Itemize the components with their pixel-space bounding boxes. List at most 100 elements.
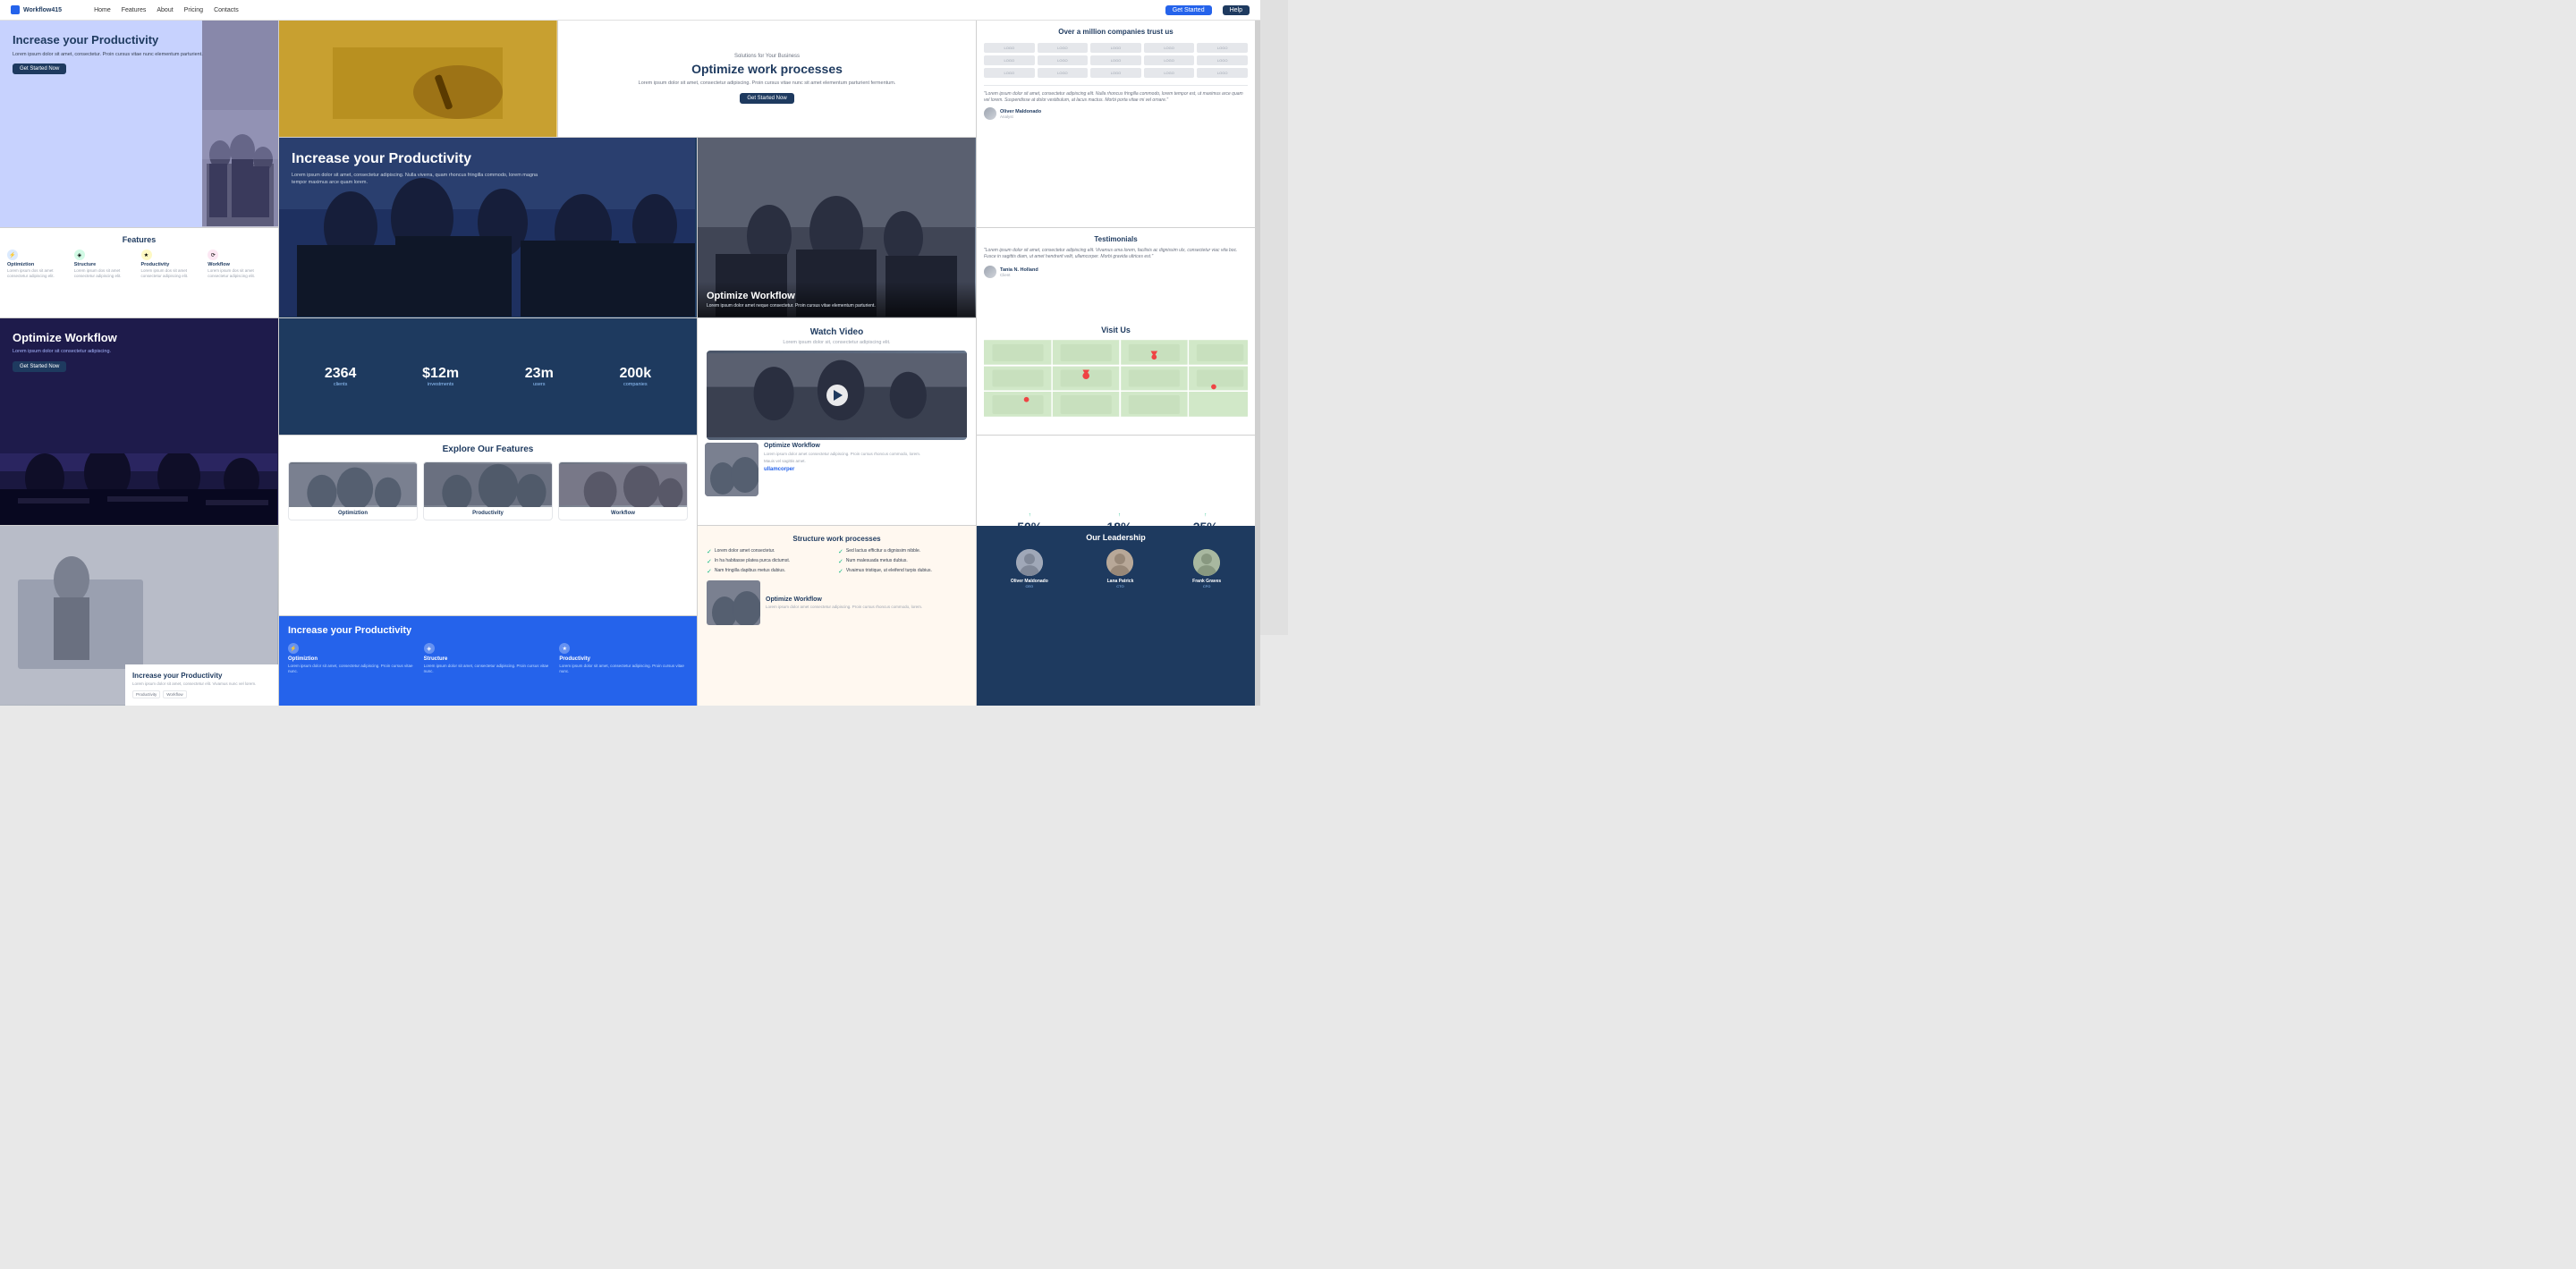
- solutions-title: Optimize work processes: [691, 62, 843, 77]
- increase-img-bg: Increase your Productivity Lorem ipsum d…: [0, 526, 278, 706]
- features-card: Features ⚡ Optimiztion Lorem ipsum dos s…: [0, 228, 278, 317]
- explore-features-card: Explore Our Features Optimiztion: [279, 436, 697, 615]
- stat-companies-label: companies: [620, 382, 652, 387]
- feature-item-1: ◈ Structure Lorem ipsum dos sit amet con…: [74, 250, 138, 279]
- stats-card: 2364 clients $12m investments 23m users …: [279, 318, 697, 435]
- structure-text-4: Num malesuada metus dubius.: [846, 558, 908, 564]
- optimize-workflow-dark-card: Optimize Workflow Lorem ipsum dolor sit …: [0, 318, 278, 525]
- increase-blue-features: ⚡ Optimiztion Lorem ipsum dolor sit amet…: [288, 643, 688, 674]
- blue-feature-label-2: Productivity: [559, 656, 688, 662]
- leadership-title: Our Leadership: [984, 533, 1248, 542]
- nav-home[interactable]: Home: [94, 7, 111, 13]
- feature-desc-3: Lorem ipsum dos sit amet consectetur adi…: [208, 268, 271, 279]
- leader-1: Lana Patrick CTO: [1106, 549, 1133, 588]
- hero-cta-button[interactable]: Get Started Now: [13, 63, 66, 74]
- logo-11: LOGO: [984, 68, 1035, 78]
- explore-card-2: Workflow: [558, 461, 688, 520]
- stat-investments-number: $12m: [422, 366, 459, 382]
- structure-item-1: ✓ In ha habitasse platea purca dictumst.: [707, 558, 835, 565]
- structure-bottom: Optimize Workflow Lorem ipsum dolor amet…: [707, 580, 967, 625]
- logo-grid: LOGO LOGO LOGO LOGO LOGO LOGO LOGO LOGO …: [984, 43, 1248, 78]
- blue-feature-desc-2: Lorem ipsum dolor sit amet, consectetur …: [559, 664, 688, 674]
- logo-3: LOGO: [1090, 43, 1141, 53]
- check-icon-0: ✓: [707, 548, 712, 555]
- opt-workflow-dark-desc: Lorem ipsum dolor sit consectetur adipis…: [13, 349, 266, 354]
- structure-text-0: Lorem dolor amet consectetur.: [715, 548, 775, 554]
- leader-0: Oliver Maldonado CEO: [1011, 549, 1048, 588]
- logo-6: LOGO: [984, 55, 1035, 65]
- blue-feature-icon-1: ◈: [424, 643, 435, 654]
- feature-label-2: Productivity: [141, 262, 205, 267]
- structure-opt-title: Optimize Workflow: [766, 596, 922, 603]
- increase-img-card: Increase your Productivity Lorem ipsum d…: [0, 526, 278, 706]
- stat-clients-number: 2364: [325, 366, 357, 382]
- million-quote: "Lorem ipsum dolor sit amet, consectetur…: [984, 85, 1248, 120]
- million-card: Over a million companies trust us LOGO L…: [977, 21, 1255, 227]
- increase-img-tags: Productivity Workflow: [132, 690, 271, 698]
- play-button[interactable]: [826, 385, 848, 406]
- logo-2: LOGO: [1038, 43, 1089, 53]
- logo-10: LOGO: [1197, 55, 1248, 65]
- structure-item-0: ✓ Lorem dolor amet consectetur.: [707, 548, 835, 555]
- watch-video-desc: Lorem ipsum dolor sit, consectetur adipi…: [707, 340, 967, 345]
- blue-feature-label-1: Structure: [424, 656, 553, 662]
- feature-label-1: Structure: [74, 262, 138, 267]
- testimonials-role: Client: [1000, 273, 1038, 277]
- opt-workflow-small-title: Optimize Workflow: [764, 443, 920, 449]
- structure-text-2: Nam fringilla dapibus metus dubius.: [715, 568, 785, 574]
- blue-feature-icon-2: ★: [559, 643, 570, 654]
- nav-features[interactable]: Features: [122, 7, 147, 13]
- opt-workflow-small-link[interactable]: ullamcorper: [764, 467, 920, 472]
- stat-investments-label: investments: [422, 382, 459, 387]
- top-image-card: [279, 21, 557, 137]
- optimize-workflow-text-overlay: Optimize Workflow Lorem ipsum dolor amet…: [698, 282, 976, 317]
- opt-workflow-small-desc: Lorem ipsum dolor amet consectetur adipi…: [764, 452, 920, 457]
- tag-productivity: Productivity: [132, 690, 160, 698]
- solutions-card: Solutions for Your Business Optimize wor…: [558, 21, 976, 137]
- video-thumbnail[interactable]: [707, 351, 967, 440]
- structure-list: ✓ Lorem dolor amet consectetur. ✓ Sed la…: [707, 548, 967, 575]
- structure-item-5: ✓ Vivaimus tristique, ut eleifend turpis…: [838, 568, 967, 575]
- check-icon-1: ✓: [707, 558, 712, 565]
- testimonials-author: Tania N. Holland: [1000, 267, 1038, 273]
- map-container: [984, 338, 1248, 419]
- feature-item-0: ⚡ Optimiztion Lorem ipsum dos sit amet c…: [7, 250, 71, 279]
- logo-9: LOGO: [1144, 55, 1195, 65]
- structure-thumb: [707, 580, 760, 625]
- stat-clients-label: clients: [325, 382, 357, 387]
- logo-15: LOGO: [1197, 68, 1248, 78]
- optimize-workflow-bg: Optimize Workflow Lorem ipsum dolor amet…: [698, 138, 976, 317]
- structure-text-3: Sed lactus efficitur a dignissim nibble.: [846, 548, 920, 554]
- stat-companies: 200k companies: [620, 366, 652, 387]
- feature-item-2: ★ Productivity Lorem ipsum dos sit amet …: [141, 250, 205, 279]
- brand-icon: [11, 5, 20, 14]
- page-wrapper: Workflow415 Home Features About Pricing …: [0, 0, 1288, 635]
- opt-workflow-dark-content: Optimize Workflow Lorem ipsum dolor sit …: [13, 331, 266, 372]
- check-icon-4: ✓: [838, 558, 843, 565]
- testimonials-quote: "Lorem ipsum dolor sit amet, consectetur…: [984, 248, 1248, 260]
- opt-workflow-dark-title: Optimize Workflow: [13, 331, 266, 345]
- million-author: Oliver Maldonado Analyst: [984, 107, 1248, 120]
- help-button[interactable]: Help: [1223, 5, 1250, 15]
- nav-about[interactable]: About: [157, 7, 173, 13]
- nav-contacts[interactable]: Contacts: [214, 7, 239, 13]
- opt-workflow-dark-btn[interactable]: Get Started Now: [13, 361, 66, 372]
- solutions-btn[interactable]: Get Started Now: [740, 93, 793, 104]
- opt-workflow-img-small-card: Optimize Workflow Lorem ipsum dolor amet…: [698, 436, 976, 525]
- leaders-grid: Oliver Maldonado CEO Lana Patrick CTO: [984, 549, 1248, 588]
- increase-img-title: Increase your Productivity: [132, 672, 271, 681]
- leader-avatar-0: [1016, 549, 1043, 576]
- nav-pricing[interactable]: Pricing: [184, 7, 203, 13]
- logo-5: LOGO: [1197, 43, 1248, 53]
- get-started-button[interactable]: Get Started: [1165, 5, 1212, 15]
- feature-icon-1: ◈: [74, 250, 85, 260]
- feature-desc-2: Lorem ipsum dos sit amet consectetur adi…: [141, 268, 205, 279]
- increase-blue-card: Increase your Productivity ⚡ Optimiztion…: [279, 616, 697, 706]
- opt-workflow-img-title: Optimize Workflow: [707, 291, 967, 301]
- testimonials-title: Testimonials: [984, 235, 1248, 243]
- opt-workflow-small-inner: Optimize Workflow Lorem ipsum dolor amet…: [705, 443, 969, 518]
- increase-img-overlay: Increase your Productivity Lorem ipsum d…: [125, 664, 278, 706]
- check-icon-3: ✓: [838, 548, 843, 555]
- tag-workflow: Workflow: [163, 690, 186, 698]
- blue-feature-label-0: Optimiztion: [288, 656, 417, 662]
